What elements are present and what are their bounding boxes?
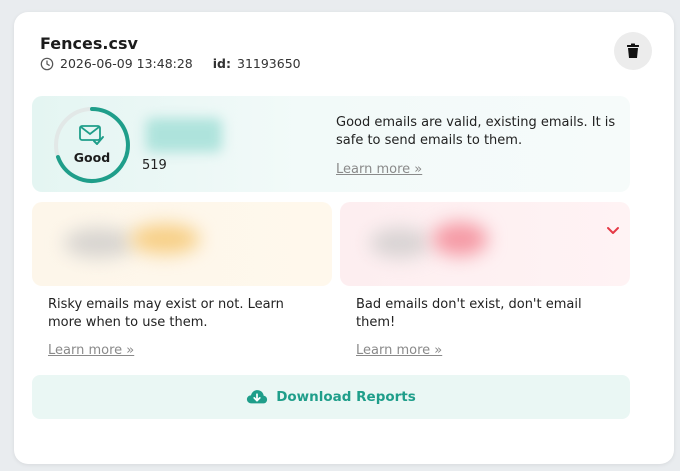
delete-button[interactable] xyxy=(614,32,652,70)
blurred-bad-stat xyxy=(370,228,430,258)
clock-icon xyxy=(40,57,54,70)
file-timestamp: 2026-06-09 13:48:28 xyxy=(60,56,193,71)
good-ring-label: Good xyxy=(73,150,111,165)
blurred-risky-stat xyxy=(64,228,134,258)
blurred-good-stat xyxy=(146,118,222,152)
bad-description: Bad emails don't exist, don't email them… xyxy=(356,297,582,330)
file-id: 31193650 xyxy=(237,56,301,71)
good-learn-more-link[interactable]: Learn more » xyxy=(336,162,422,177)
bad-learn-more-link[interactable]: Learn more » xyxy=(356,343,442,358)
id-label: id: xyxy=(212,56,231,71)
trash-icon xyxy=(627,43,639,58)
risky-description: Risky emails may exist or not. Learn mor… xyxy=(48,297,284,330)
blurred-risky-chart xyxy=(130,224,200,254)
good-count: 519 xyxy=(142,158,167,173)
blurred-bad-chart xyxy=(432,222,488,256)
file-name: Fences.csv xyxy=(40,34,138,53)
chevron-down-icon[interactable] xyxy=(606,226,620,236)
cloud-download-icon xyxy=(247,390,268,404)
mail-check-icon xyxy=(79,125,104,145)
good-description: Good emails are valid, existing emails. … xyxy=(336,115,616,148)
risky-learn-more-link[interactable]: Learn more » xyxy=(48,343,134,358)
download-reports-label: Download Reports xyxy=(276,389,416,405)
file-meta: 2026-06-09 13:48:28 id: 31193650 xyxy=(40,56,301,71)
download-reports-button[interactable]: Download Reports xyxy=(32,375,630,419)
